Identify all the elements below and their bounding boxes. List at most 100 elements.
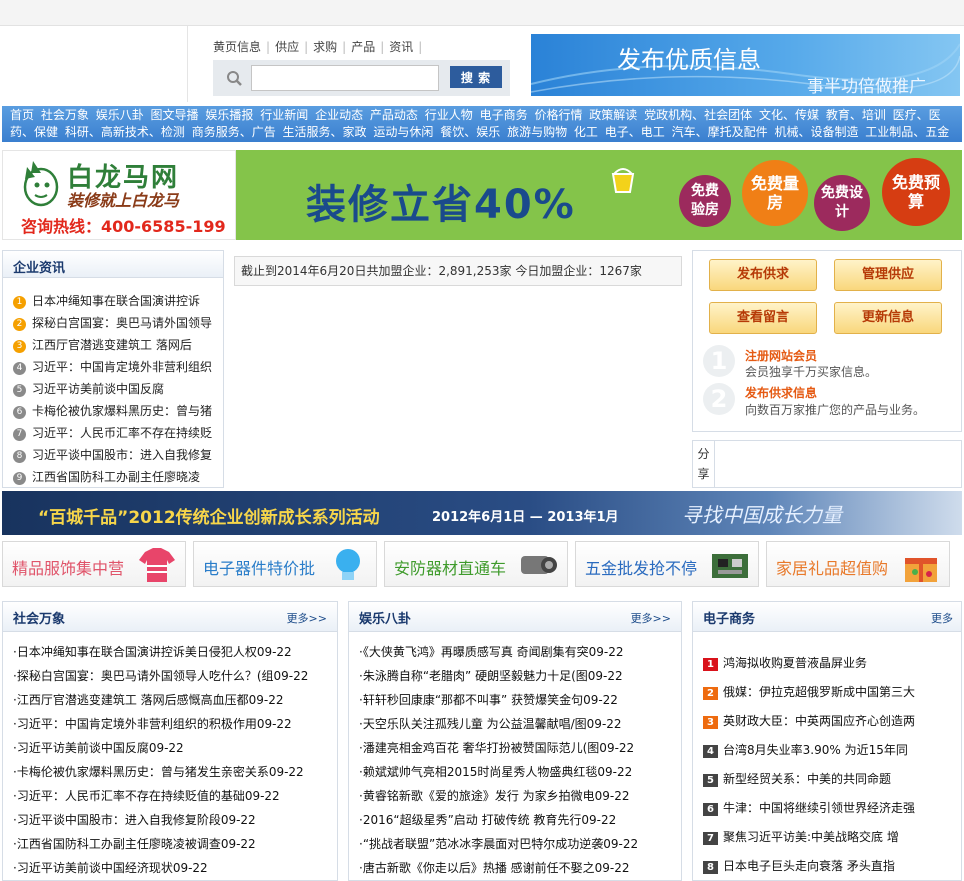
news-item[interactable]: ·习近平访美前谈中国反腐09-22 [13, 739, 184, 756]
enterprise-news-item[interactable]: 7 习近平：人民币汇率不存在持续贬 [13, 424, 212, 441]
news-item[interactable]: ·朱泳腾自称“老腊肉” 硬朗坚毅魅力十足(图09-22 [359, 667, 623, 684]
enterprise-news-item[interactable]: 5 习近平访美前谈中国反腐 [13, 380, 164, 397]
nav-item[interactable]: 电子、电工 [605, 125, 665, 139]
enterprise-news-item[interactable]: 3 江西厅官潜逃变建筑工 落网后 [13, 336, 192, 353]
news-item[interactable]: ·轩轩秒回康康“那都不叫事” 获赞爆笑金句09-22 [359, 691, 618, 708]
update-info-button[interactable]: 更新信息 [834, 302, 942, 334]
search-tab-purchase[interactable]: 求购 [313, 40, 337, 54]
nav-item[interactable]: 旅游与购物 [507, 125, 567, 139]
news-item[interactable]: ·习近平：中国肯定境外非营利组织的积极作用09-22 [13, 715, 292, 732]
news-item[interactable]: ·《大侠黄飞鸿》再曝质感写真 奇闻剧集有突09-22 [359, 643, 624, 660]
category-apparel[interactable]: 精品服饰集中营 [2, 541, 186, 587]
news-item[interactable]: ·唐古新歌《你走以后》热播 感谢前任不娶之09-22 [359, 859, 630, 876]
nav-item[interactable]: 价格行情 [534, 108, 582, 122]
nav-item[interactable]: 党政机构、社会团体 [644, 108, 752, 122]
news-item[interactable]: ·天空乐队关注孤残儿童 为公益温馨献唱/图09-22 [359, 715, 622, 732]
nav-item[interactable]: 商务服务、广告 [192, 125, 276, 139]
view-messages-button[interactable]: 查看留言 [709, 302, 817, 334]
nav-item[interactable]: 运动与休闲 [373, 125, 433, 139]
nav-item[interactable]: 生活服务、家政 [283, 125, 367, 139]
ecommerce-news-item[interactable]: 2 俄媒：伊拉克超俄罗斯成中国第三大 [703, 683, 915, 700]
news-item[interactable]: ·卡梅伦被仇家爆料黑历史：曾与猪发生亲密关系09-22 [13, 763, 304, 780]
enterprise-news-item[interactable]: 6 卡梅伦被仇家爆料黑历史：曾与猪 [13, 402, 212, 419]
nav-item[interactable]: 工业制品、五金 [865, 125, 949, 139]
enterprise-news-text[interactable]: 习近平：中国肯定境外非营利组织 [32, 360, 212, 374]
enterprise-news-text[interactable]: 习近平谈中国股市：进入自我修复 [32, 448, 212, 462]
promo-banner-top[interactable]: 发布优质信息 事半功倍做推广 [531, 34, 960, 96]
nav-item[interactable]: 政策解读 [589, 108, 637, 122]
nav-item[interactable]: 产品动态 [370, 108, 418, 122]
category-security[interactable]: 安防器材直通车 [384, 541, 568, 587]
search-tab-supply[interactable]: 供应 [275, 40, 299, 54]
ecommerce-news-text[interactable]: 英财政大臣：中英两国应齐心创造两 [723, 714, 915, 728]
enterprise-news-text[interactable]: 江西厅官潜逃变建筑工 落网后 [32, 338, 192, 352]
enterprise-news-text[interactable]: 江西省国防科工办副主任廖晓凌 [32, 470, 200, 484]
ecommerce-news-item[interactable]: 3 英财政大臣：中英两国应齐心创造两 [703, 712, 915, 729]
ecommerce-more-link[interactable]: 更多 [931, 610, 953, 626]
campaign-banner[interactable]: “百城千品”2012传统企业创新成长系列活动 2012年6月1日 — 2013年… [2, 491, 962, 535]
ecommerce-news-text[interactable]: 鸿海拟收购夏普液晶屏业务 [723, 656, 867, 670]
nav-item[interactable]: 首页 [10, 108, 34, 122]
enterprise-news-item[interactable]: 8 习近平谈中国股市：进入自我修复 [13, 446, 212, 463]
enterprise-news-text[interactable]: 日本冲绳知事在联合国演讲控诉 [32, 294, 200, 308]
nav-item[interactable]: 文化、传媒 [759, 108, 819, 122]
nav-item[interactable]: 教育、培训 [826, 108, 886, 122]
enterprise-news-text[interactable]: 卡梅伦被仇家爆料黑历史：曾与猪 [32, 404, 212, 418]
ecommerce-news-text[interactable]: 牛津：中国将继续引领世界经济走强 [723, 801, 915, 815]
news-item[interactable]: ·江西厅官潜逃变建筑工 落网后感慨高血压都09-22 [13, 691, 284, 708]
ecommerce-news-item[interactable]: 7 聚焦习近平访美:中美战略交底 增 [703, 828, 899, 845]
nav-item[interactable]: 娱乐播报 [205, 108, 253, 122]
publish-supply-button[interactable]: 发布供求 [709, 259, 817, 291]
news-item[interactable]: ·习近平：人民币汇率不存在持续贬值的基础09-22 [13, 787, 280, 804]
nav-item[interactable]: 行业人物 [425, 108, 473, 122]
news-item[interactable]: ·习近平谈中国股市：进入自我修复阶段09-22 [13, 811, 256, 828]
ecommerce-news-item[interactable]: 1 鸿海拟收购夏普液晶屏业务 [703, 654, 867, 671]
entertainment-more-link[interactable]: 更多>> [631, 610, 671, 626]
news-item[interactable]: ·日本冲绳知事在联合国演讲控诉美日侵犯人权09-22 [13, 643, 292, 660]
step-1-title[interactable]: 注册网站会员 [745, 347, 817, 364]
manage-supply-button[interactable]: 管理供应 [834, 259, 942, 291]
ecommerce-news-item[interactable]: 5 新型经贸关系：中美的共同命题 [703, 770, 891, 787]
search-input[interactable] [251, 65, 439, 91]
nav-item[interactable]: 机械、设备制造 [774, 125, 858, 139]
nav-item[interactable]: 科研、高新技术、检测 [65, 125, 185, 139]
nav-item[interactable]: 社会万象 [41, 108, 89, 122]
category-electronics[interactable]: 电子器件特价批 [193, 541, 377, 587]
enterprise-news-item[interactable]: 9 江西省国防科工办副主任廖晓凌 [13, 468, 200, 485]
category-home-gifts[interactable]: 家居礼品超值购 [766, 541, 950, 587]
enterprise-news-item[interactable]: 4 习近平：中国肯定境外非营利组织 [13, 358, 212, 375]
ecommerce-news-text[interactable]: 日本电子巨头走向衰落 矛头直指 [723, 859, 895, 873]
news-item[interactable]: ·习近平访美前谈中国经济现状09-22 [13, 859, 208, 876]
category-hardware[interactable]: 五金批发抢不停 [575, 541, 759, 587]
nav-item[interactable]: 企业动态 [315, 108, 363, 122]
step-2-title[interactable]: 发布供求信息 [745, 384, 817, 401]
search-tab-yellowpages[interactable]: 黄页信息 [213, 40, 261, 54]
ecommerce-news-text[interactable]: 聚焦习近平访美:中美战略交底 增 [723, 830, 899, 844]
news-item[interactable]: ·黄睿铭新歌《爱的旅途》发行 为家乡拍微电09-22 [359, 787, 630, 804]
news-item[interactable]: ·探秘白宫国宴：奥巴马请外国领导人吃什么？(组09-22 [13, 667, 308, 684]
ecommerce-news-item[interactable]: 6 牛津：中国将继续引领世界经济走强 [703, 799, 915, 816]
ad-renovation[interactable]: 装修立省40% 免费验房 免费量房 免费设计 免费预算 [236, 150, 962, 240]
enterprise-news-text[interactable]: 习近平访美前谈中国反腐 [32, 382, 164, 396]
ecommerce-news-text[interactable]: 台湾8月失业率3.90% 为近15年同 [723, 743, 908, 757]
nav-item[interactable]: 汽车、摩托及配件 [672, 125, 768, 139]
ecommerce-news-item[interactable]: 8 日本电子巨头走向衰落 矛头直指 [703, 857, 895, 874]
nav-item[interactable]: 餐饮、娱乐 [440, 125, 500, 139]
nav-item[interactable]: 电子商务 [480, 108, 528, 122]
ecommerce-news-text[interactable]: 新型经贸关系：中美的共同命题 [723, 772, 891, 786]
ad-bailongma[interactable]: 白龙马网 装修就上白龙马 咨询热线：400-6585-199 [2, 150, 236, 240]
nav-item[interactable]: 娱乐八卦 [96, 108, 144, 122]
nav-item[interactable]: 图文导播 [151, 108, 199, 122]
news-item[interactable]: ·江西省国防科工办副主任廖晓凌被调查09-22 [13, 835, 256, 852]
social-more-link[interactable]: 更多>> [287, 610, 327, 626]
nav-item[interactable]: 化工 [574, 125, 598, 139]
search-tab-news[interactable]: 资讯 [389, 40, 413, 54]
ecommerce-news-text[interactable]: 俄媒：伊拉克超俄罗斯成中国第三大 [723, 685, 915, 699]
news-item[interactable]: ·“挑战者联盟”范冰冰李晨面对巴特尔成功逆袭09-22 [359, 835, 638, 852]
enterprise-news-text[interactable]: 习近平：人民币汇率不存在持续贬 [32, 426, 212, 440]
enterprise-news-text[interactable]: 探秘白宫国宴：奥巴马请外国领导 [32, 316, 212, 330]
news-item[interactable]: ·2016“超级星秀”启动 打破传统 教育先行09-22 [359, 811, 616, 828]
nav-item[interactable]: 行业新闻 [260, 108, 308, 122]
search-button[interactable]: 搜 索 [450, 66, 502, 88]
enterprise-news-item[interactable]: 2 探秘白宫国宴：奥巴马请外国领导 [13, 314, 212, 331]
